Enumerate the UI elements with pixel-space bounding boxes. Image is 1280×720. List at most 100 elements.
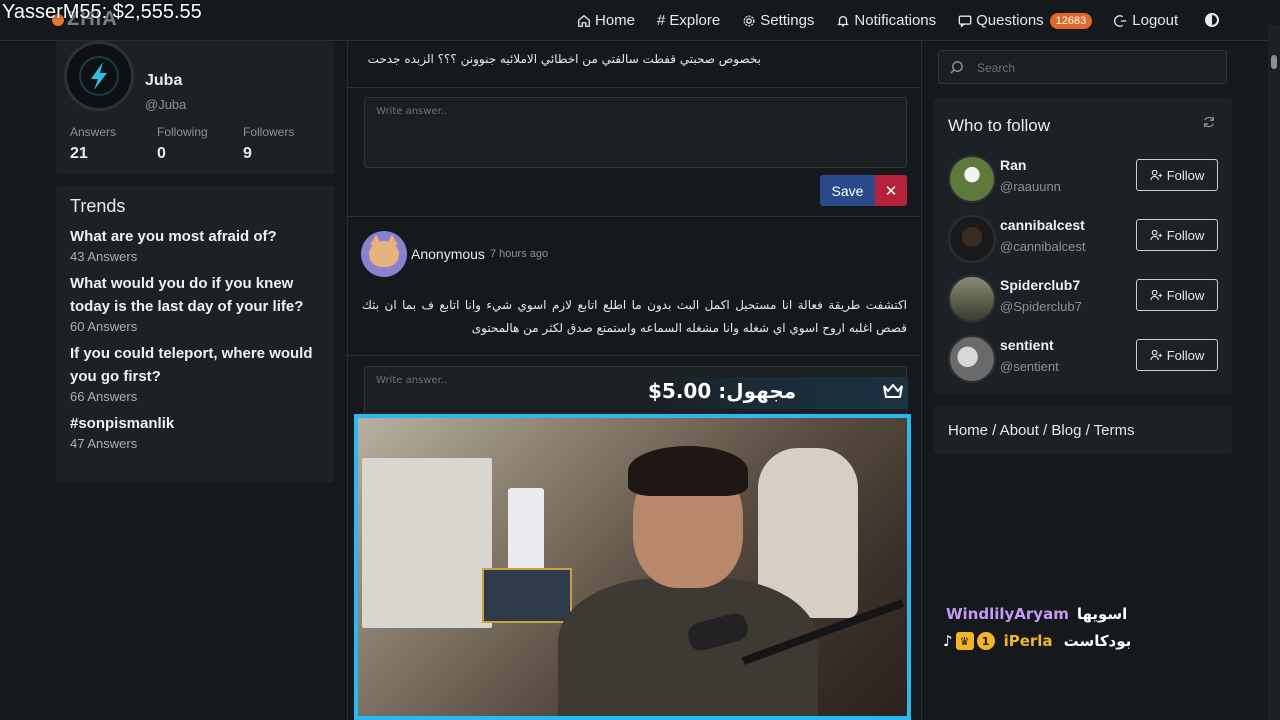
- nav-home-label: Home: [595, 12, 636, 29]
- answer-textarea[interactable]: Write answer..: [364, 97, 907, 168]
- post-time: 7 hours ago: [490, 248, 549, 260]
- person-hair-shape: [628, 446, 748, 496]
- nav-notifications[interactable]: Notifications: [836, 12, 936, 29]
- donation-text: مجهول: 5.00$: [648, 379, 797, 403]
- follow-button-label: Follow: [1166, 227, 1205, 243]
- nav-logout[interactable]: Logout: [1114, 12, 1178, 29]
- music-note-icon: ♪: [943, 632, 953, 650]
- home-icon: [578, 14, 590, 27]
- follow-button[interactable]: Follow: [1136, 219, 1218, 251]
- cat-avatar-icon: [369, 235, 399, 267]
- avatar[interactable]: [948, 275, 996, 323]
- profile-card: Juba @Juba Answers 21 Following 0 Follow…: [56, 41, 334, 174]
- webcam-image: [358, 418, 907, 716]
- avatar[interactable]: [948, 215, 996, 263]
- webcam-overlay: [354, 414, 911, 720]
- nav-settings[interactable]: Settings: [742, 12, 814, 29]
- follow-user-handle: @Spiderclub7: [1000, 299, 1082, 314]
- trend-answer-count: 66 Answers: [70, 389, 138, 404]
- profile-name[interactable]: Juba: [145, 72, 182, 90]
- avatar[interactable]: [64, 41, 134, 111]
- cancel-button[interactable]: ✕: [875, 175, 907, 206]
- follow-user-name[interactable]: Spiderclub7: [1000, 277, 1080, 293]
- avatar[interactable]: [361, 231, 407, 277]
- follow-user-name[interactable]: sentient: [1000, 337, 1054, 353]
- follow-suggestion: cannibalcest @cannibalcest Follow: [948, 215, 1218, 265]
- trend-answer-count: 60 Answers: [70, 319, 138, 334]
- page-scrollbar[interactable]: [1268, 25, 1280, 720]
- profile-handle: @Juba: [145, 97, 187, 112]
- follow-button[interactable]: Follow: [1136, 339, 1218, 371]
- scrollbar-thumb[interactable]: [1271, 55, 1277, 69]
- nav-explore[interactable]: # Explore: [657, 12, 720, 29]
- stat-value: 9: [243, 145, 252, 162]
- nav-questions-label: Questions: [976, 12, 1044, 29]
- question-text: بخصوص صحبتي قفطت سالفتي من اخطائي الاملا…: [367, 52, 761, 66]
- bell-icon: [837, 15, 850, 26]
- chat-message: WindlilyAryam اسويها: [946, 605, 1127, 623]
- trend-question[interactable]: #sonpismanlik: [70, 412, 320, 435]
- user-plus-icon: [1150, 229, 1162, 240]
- follow-user-handle: @cannibalcest: [1000, 239, 1086, 254]
- footer-links[interactable]: Home / About / Blog / Terms: [948, 422, 1134, 439]
- nav-settings-label: Settings: [760, 12, 815, 29]
- who-to-follow-card: Who to follow Ran @raauunn Follow cannib…: [934, 98, 1232, 394]
- trend-item[interactable]: What are you most afraid of? 43 Answers: [70, 225, 320, 264]
- question-text: اكتشفت طريقة فعالة انا مستحيل اكمل البث …: [362, 298, 907, 335]
- nav-notifications-label: Notifications: [854, 12, 937, 29]
- trends-card: Trends What are you most afraid of? 43 A…: [56, 186, 334, 482]
- stat-label: Answers: [70, 125, 117, 139]
- footer-links-card: Home / About / Blog / Terms: [934, 406, 1232, 454]
- save-button[interactable]: Save: [820, 175, 875, 206]
- trend-question[interactable]: What are you most afraid of?: [70, 225, 320, 248]
- nav-home[interactable]: Home: [577, 12, 635, 29]
- search-input[interactable]: Search: [938, 50, 1227, 84]
- follow-user-handle: @raauunn: [1000, 179, 1061, 194]
- follow-suggestion: Ran @raauunn Follow: [948, 155, 1218, 205]
- user-plus-icon: [1150, 289, 1162, 300]
- chat-text: اسويها: [1076, 605, 1128, 623]
- follow-user-handle: @sentient: [1000, 359, 1059, 374]
- user-plus-icon: [1150, 169, 1162, 180]
- follow-button-label: Follow: [1166, 287, 1205, 303]
- chat-username: iPerla: [1003, 632, 1053, 650]
- follow-suggestion: Spiderclub7 @Spiderclub7 Follow: [948, 275, 1218, 325]
- nav-questions[interactable]: Questions 12683: [958, 12, 1093, 29]
- stat-following[interactable]: Following 0: [157, 125, 208, 163]
- avatar[interactable]: [948, 335, 996, 383]
- follow-button-label: Follow: [1166, 347, 1205, 363]
- trend-question[interactable]: If you could teleport, where would you g…: [70, 342, 320, 388]
- follow-button-label: Follow: [1166, 167, 1205, 183]
- printer-shape: [362, 458, 492, 628]
- nav-menu: Home # Explore Settings Notifications Qu…: [577, 0, 1200, 41]
- follow-user-name[interactable]: cannibalcest: [1000, 217, 1085, 233]
- refresh-icon[interactable]: [1202, 115, 1216, 129]
- trend-item[interactable]: What would you do if you knew today is t…: [70, 272, 320, 334]
- search-icon: [950, 61, 963, 74]
- gear-icon: [743, 15, 755, 26]
- follow-button[interactable]: Follow: [1136, 159, 1218, 191]
- trend-answer-count: 43 Answers: [70, 249, 138, 264]
- trend-question[interactable]: What would you do if you knew today is t…: [70, 272, 320, 318]
- contrast-icon[interactable]: [1205, 13, 1219, 27]
- stat-value: 21: [70, 145, 88, 162]
- post-author[interactable]: Anonymous: [411, 246, 485, 262]
- follow-user-name[interactable]: Ran: [1000, 157, 1026, 173]
- stat-followers[interactable]: Followers 9: [243, 125, 294, 163]
- stat-answers[interactable]: Answers 21: [70, 125, 116, 163]
- trends-title: Trends: [70, 196, 126, 216]
- user-plus-icon: [1150, 349, 1162, 360]
- trend-item[interactable]: If you could teleport, where would you g…: [70, 342, 320, 404]
- logout-icon: [1114, 14, 1127, 27]
- crown-badge-icon: ♛: [955, 632, 974, 650]
- profile-logo-icon: [79, 56, 119, 96]
- chat-text: بودكاست: [1063, 632, 1132, 650]
- questions-count-badge: 12683: [1049, 12, 1093, 29]
- trend-item[interactable]: #sonpismanlik 47 Answers: [70, 412, 320, 451]
- follow-button[interactable]: Follow: [1136, 279, 1218, 311]
- level-badge-icon: 1: [976, 632, 995, 650]
- stat-value: 0: [157, 145, 166, 162]
- crown-icon: [883, 383, 903, 398]
- avatar[interactable]: [948, 155, 996, 203]
- follow-suggestion: sentient @sentient Follow: [948, 335, 1218, 385]
